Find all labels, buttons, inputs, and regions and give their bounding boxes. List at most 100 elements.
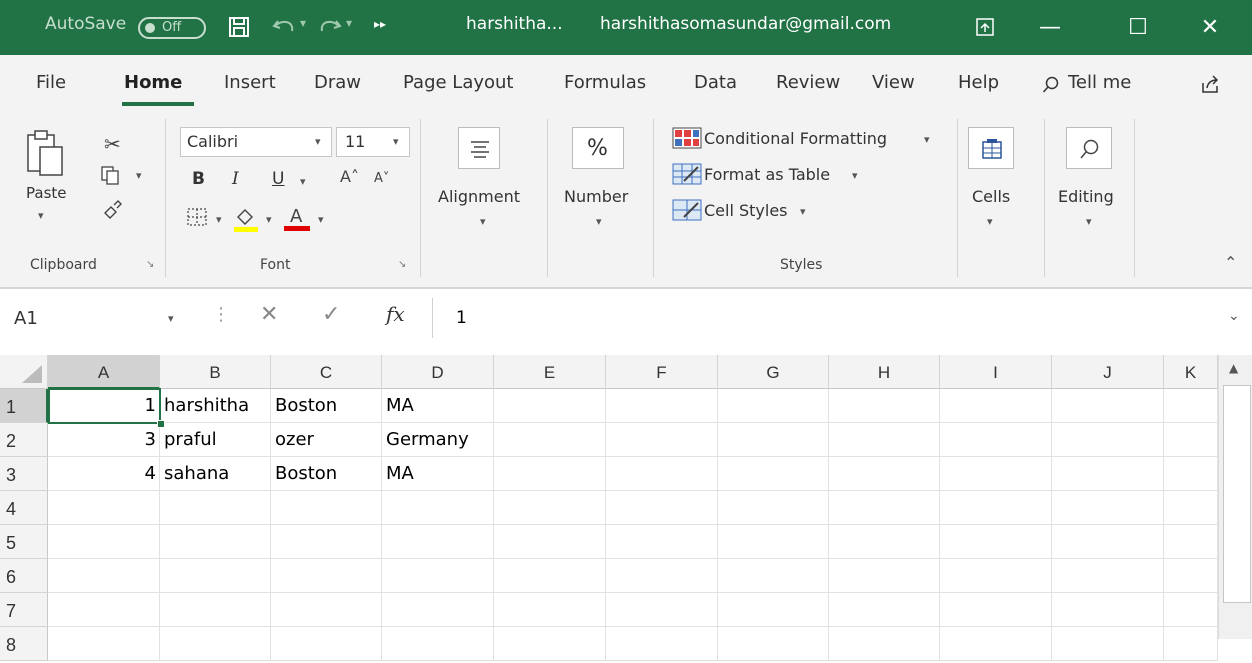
cell-i2[interactable] xyxy=(940,423,1052,457)
cell-f5[interactable] xyxy=(606,525,718,559)
cell-c7[interactable] xyxy=(271,593,382,627)
collapse-ribbon-icon[interactable]: ⌃ xyxy=(1224,253,1237,272)
alignment-button[interactable] xyxy=(458,127,500,169)
account-email[interactable]: harshithasomasundar@gmail.com xyxy=(600,14,891,34)
row-header-5[interactable]: 5 xyxy=(0,525,48,559)
fill-handle[interactable] xyxy=(157,420,165,428)
cell-a6[interactable] xyxy=(48,559,160,593)
alignment-label[interactable]: Alignment xyxy=(438,187,520,206)
cell-h7[interactable] xyxy=(829,593,940,627)
italic-button[interactable]: I xyxy=(232,169,239,189)
cell-j2[interactable] xyxy=(1052,423,1164,457)
save-icon[interactable] xyxy=(228,16,250,38)
cell-g5[interactable] xyxy=(718,525,829,559)
decrease-font-size-icon[interactable]: A˅ xyxy=(374,171,389,186)
cell-e3[interactable] xyxy=(494,457,606,491)
quick-access-overflow-icon[interactable]: ▸▸ xyxy=(374,17,386,31)
cell-i6[interactable] xyxy=(940,559,1052,593)
column-header-f[interactable]: F xyxy=(606,355,718,389)
cell-j7[interactable] xyxy=(1052,593,1164,627)
cell-f7[interactable] xyxy=(606,593,718,627)
confirm-entry-icon[interactable]: ✓ xyxy=(322,302,340,327)
tell-me-label[interactable]: Tell me xyxy=(1068,72,1131,93)
cell-d3[interactable]: MA xyxy=(382,457,494,491)
column-header-c[interactable]: C xyxy=(271,355,382,389)
cell-c4[interactable] xyxy=(271,491,382,525)
cell-d2[interactable]: Germany xyxy=(382,423,494,457)
ribbon-display-options-icon[interactable] xyxy=(976,18,994,36)
borders-icon[interactable] xyxy=(186,207,208,227)
tab-formulas[interactable]: Formulas xyxy=(564,72,646,93)
fill-color-dropdown-icon[interactable]: ▾ xyxy=(266,213,272,226)
cell-k6[interactable] xyxy=(1164,559,1218,593)
column-header-i[interactable]: I xyxy=(940,355,1052,389)
cell-k8[interactable] xyxy=(1164,627,1218,661)
cell-b3[interactable]: sahana xyxy=(160,457,271,491)
tab-help[interactable]: Help xyxy=(958,72,999,93)
font-name-select[interactable]: Calibri ▾ xyxy=(180,127,332,157)
cell-i3[interactable] xyxy=(940,457,1052,491)
insert-function-icon[interactable]: fx xyxy=(386,302,405,326)
fill-color-icon[interactable] xyxy=(232,205,260,233)
conditional-formatting-button[interactable]: Conditional Formatting xyxy=(704,129,887,148)
underline-dropdown-icon[interactable]: ▾ xyxy=(300,175,306,188)
select-all-corner[interactable] xyxy=(0,355,48,389)
cell-f2[interactable] xyxy=(606,423,718,457)
cell-k1[interactable] xyxy=(1164,389,1218,423)
cell-g6[interactable] xyxy=(718,559,829,593)
worksheet-grid[interactable]: ABCDEFGHIJK 12345678 1 harshitha Boston MA 3… xyxy=(0,355,1252,661)
cell-f1[interactable] xyxy=(606,389,718,423)
conditional-formatting-dropdown-icon[interactable]: ▾ xyxy=(924,133,930,146)
cell-e2[interactable] xyxy=(494,423,606,457)
bold-button[interactable]: B xyxy=(192,169,205,189)
cell-i4[interactable] xyxy=(940,491,1052,525)
number-label[interactable]: Number xyxy=(564,187,628,206)
row-header-7[interactable]: 7 xyxy=(0,593,48,627)
column-header-e[interactable]: E xyxy=(494,355,606,389)
clipboard-launcher-icon[interactable]: ↘ xyxy=(146,259,154,270)
column-header-a[interactable]: A xyxy=(48,355,160,389)
cell-c6[interactable] xyxy=(271,559,382,593)
cell-b2[interactable]: praful xyxy=(160,423,271,457)
cancel-entry-icon[interactable]: ✕ xyxy=(260,302,278,327)
cell-c3[interactable]: Boston xyxy=(271,457,382,491)
cell-g7[interactable] xyxy=(718,593,829,627)
cell-b6[interactable] xyxy=(160,559,271,593)
paste-icon[interactable] xyxy=(24,129,64,177)
cell-e7[interactable] xyxy=(494,593,606,627)
column-header-b[interactable]: B xyxy=(160,355,271,389)
number-dropdown-icon[interactable]: ▾ xyxy=(596,215,602,228)
format-painter-icon[interactable] xyxy=(102,199,122,219)
cell-b1[interactable]: harshitha xyxy=(160,389,271,423)
cell-g3[interactable] xyxy=(718,457,829,491)
cell-a5[interactable] xyxy=(48,525,160,559)
column-header-k[interactable]: K xyxy=(1164,355,1218,389)
cell-a2[interactable]: 3 xyxy=(48,423,160,457)
paste-dropdown-icon[interactable]: ▾ xyxy=(38,209,44,222)
editing-label[interactable]: Editing xyxy=(1058,187,1114,206)
tab-file[interactable]: File xyxy=(36,72,66,93)
underline-button[interactable]: U xyxy=(272,169,284,189)
cell-k2[interactable] xyxy=(1164,423,1218,457)
paste-label[interactable]: Paste xyxy=(26,184,67,202)
cell-f4[interactable] xyxy=(606,491,718,525)
column-header-d[interactable]: D xyxy=(382,355,494,389)
number-button[interactable]: % xyxy=(572,127,624,169)
cell-a4[interactable] xyxy=(48,491,160,525)
row-header-2[interactable]: 2 xyxy=(0,423,48,457)
cell-c2[interactable]: ozer xyxy=(271,423,382,457)
cell-i7[interactable] xyxy=(940,593,1052,627)
column-header-h[interactable]: H xyxy=(829,355,940,389)
tab-page-layout[interactable]: Page Layout xyxy=(403,72,514,93)
cell-b7[interactable] xyxy=(160,593,271,627)
cell-g1[interactable] xyxy=(718,389,829,423)
cell-f3[interactable] xyxy=(606,457,718,491)
format-as-table-button[interactable]: Format as Table xyxy=(704,165,830,184)
name-box[interactable]: A1 ▾ xyxy=(8,300,188,338)
row-header-1[interactable]: 1 xyxy=(0,389,48,423)
tab-data[interactable]: Data xyxy=(694,72,737,93)
vertical-scrollbar[interactable]: ▲ xyxy=(1218,355,1252,639)
cell-d1[interactable]: MA xyxy=(382,389,494,423)
cell-a8[interactable] xyxy=(48,627,160,661)
formula-input[interactable]: 1 xyxy=(456,308,467,328)
